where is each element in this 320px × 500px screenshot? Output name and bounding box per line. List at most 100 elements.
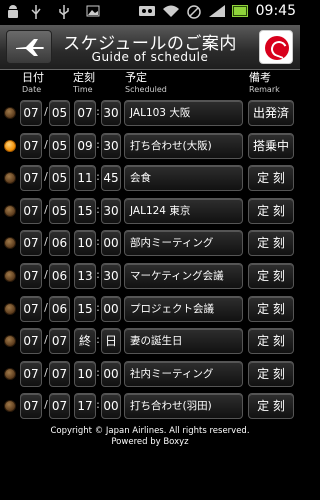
- schedule-row[interactable]: 07 07 終日妻の誕生日定 刻 /:: [0, 326, 300, 356]
- schedule-row[interactable]: 07 07 17 00 打ち合わせ(羽田) 定 刻 /:: [0, 391, 300, 421]
- schedule-row[interactable]: 07 05 15 30 JAL124 東京定 刻 /:: [0, 196, 300, 226]
- voicemail-icon: [138, 4, 156, 20]
- schedule-row[interactable]: 07 06 13 30 マーケティング会議定 刻 /:: [0, 261, 300, 291]
- signal-icon: [208, 4, 226, 20]
- hour-cell: 13: [74, 263, 96, 289]
- remark-column-header: 備考 Remark: [249, 71, 280, 95]
- hour-cell: 11: [74, 165, 96, 192]
- no-sim-icon: [186, 4, 202, 20]
- remark-cell: 定 刻: [248, 360, 294, 387]
- month-cell: 07: [20, 132, 42, 159]
- day-cell: 06: [49, 263, 70, 289]
- minute-cell: 00: [101, 295, 121, 322]
- image-icon: [86, 4, 100, 20]
- month-cell: 07: [20, 197, 42, 224]
- remark-cell: 定 刻: [248, 328, 294, 355]
- minute-cell: 30: [101, 100, 121, 126]
- column-headers: 日付 Date 定刻 Time 予定 Scheduled 備考 Remark: [0, 70, 300, 98]
- hour-cell: 15: [74, 295, 96, 322]
- minute-cell: 45: [101, 165, 121, 192]
- day-cell: 05: [49, 132, 70, 159]
- hour-cell: 10: [74, 230, 96, 257]
- remark-cell: 搭乗中: [248, 132, 294, 159]
- schedule-item-cell: プロジェクト会議: [124, 295, 243, 322]
- date-separator: /: [44, 137, 48, 151]
- minute-cell: 30: [101, 132, 121, 159]
- month-cell: 07: [20, 360, 42, 387]
- usb-debug-icon: [30, 4, 42, 20]
- minute-cell: 30: [101, 197, 121, 224]
- status-dot-icon: [4, 302, 16, 315]
- battery-icon: [232, 5, 248, 17]
- status-dot-icon: [4, 107, 16, 119]
- month-cell: 07: [20, 165, 42, 192]
- schedule-row[interactable]: 07 06 15 00 プロジェクト会議定 刻 /:: [0, 294, 300, 324]
- date-separator: /: [44, 300, 48, 314]
- minute-cell: 00: [101, 393, 121, 420]
- schedule-row[interactable]: 07 07 10 00 社内ミーティング定 刻 /:: [0, 359, 300, 389]
- schedule-item-cell: 部内ミーティング: [124, 230, 243, 257]
- minute-cell: 30: [101, 263, 121, 289]
- hour-cell: 10: [74, 360, 96, 387]
- schedule-row[interactable]: 07 06 10 00 部内ミーティング定 刻 /:: [0, 228, 300, 258]
- schedule-row[interactable]: 07 05 11 45 会食定 刻 /:: [0, 163, 300, 193]
- remark-cell: 定 刻: [248, 263, 294, 289]
- schedule-item-cell: 打ち合わせ(羽田): [124, 393, 243, 420]
- status-dot-icon: [4, 270, 16, 282]
- date-separator: /: [44, 105, 48, 118]
- date-separator: /: [44, 235, 48, 249]
- day-cell: 07: [49, 360, 70, 387]
- hour-cell: 07: [74, 100, 96, 126]
- date-separator: /: [44, 170, 48, 184]
- time-separator: :: [96, 300, 100, 314]
- minute-cell: 00: [101, 230, 121, 257]
- page-subtitle: Guide of schedule: [91, 50, 209, 64]
- status-dot-icon: [4, 400, 16, 413]
- date-separator: /: [44, 268, 48, 281]
- remark-cell: 定 刻: [248, 165, 294, 192]
- schedule-item-cell: マーケティング会議: [124, 263, 243, 289]
- time-separator: :: [96, 235, 100, 249]
- schedule-row[interactable]: 07 05 07 30 JAL103 大阪 出発済 /:: [0, 98, 300, 128]
- clock: 09:45: [255, 3, 296, 19]
- crane-icon: [265, 36, 289, 60]
- time-separator: :: [96, 137, 100, 151]
- schedule-row[interactable]: 07 05 09 30 打ち合わせ(大阪) 搭乗中 /:: [0, 131, 300, 161]
- hour-cell: 終: [74, 328, 96, 355]
- status-dot-icon: [4, 237, 16, 250]
- remark-cell: 定 刻: [248, 393, 294, 420]
- date-column-header: 日付 Date: [22, 71, 44, 95]
- status-dot-icon: [4, 335, 16, 348]
- day-cell: 06: [49, 230, 70, 257]
- day-cell: 05: [49, 100, 70, 126]
- time-separator: :: [96, 105, 100, 118]
- remark-cell: 出発済: [248, 100, 294, 126]
- date-separator: /: [44, 365, 48, 379]
- time-separator: :: [96, 333, 100, 347]
- minute-cell: 日: [101, 328, 121, 355]
- status-bar: 09:45: [0, 0, 300, 25]
- month-cell: 07: [20, 295, 42, 322]
- time-separator: :: [96, 202, 100, 216]
- app-header: スケジュールのご案内 Guide of schedule: [0, 25, 300, 70]
- status-dot-icon: [4, 204, 16, 217]
- time-separator: :: [96, 268, 100, 281]
- hour-cell: 09: [74, 132, 96, 159]
- time-separator: :: [96, 365, 100, 379]
- date-separator: /: [44, 333, 48, 347]
- scheduled-column-header: 予定 Scheduled: [125, 71, 167, 95]
- remark-cell: 定 刻: [248, 295, 294, 322]
- remark-cell: 定 刻: [248, 197, 294, 224]
- footer: Copyright © Japan Airlines. All rights r…: [0, 426, 300, 448]
- schedule-item-cell: JAL124 東京: [124, 197, 243, 224]
- day-cell: 07: [49, 328, 70, 355]
- day-cell: 07: [49, 393, 70, 420]
- flight-button[interactable]: [6, 30, 52, 64]
- day-cell: 05: [49, 197, 70, 224]
- schedule-item-cell: 会食: [124, 165, 243, 192]
- jal-logo: [259, 30, 293, 64]
- wifi-icon: [162, 4, 180, 20]
- time-separator: :: [96, 398, 100, 412]
- time-separator: :: [96, 170, 100, 184]
- day-cell: 05: [49, 165, 70, 192]
